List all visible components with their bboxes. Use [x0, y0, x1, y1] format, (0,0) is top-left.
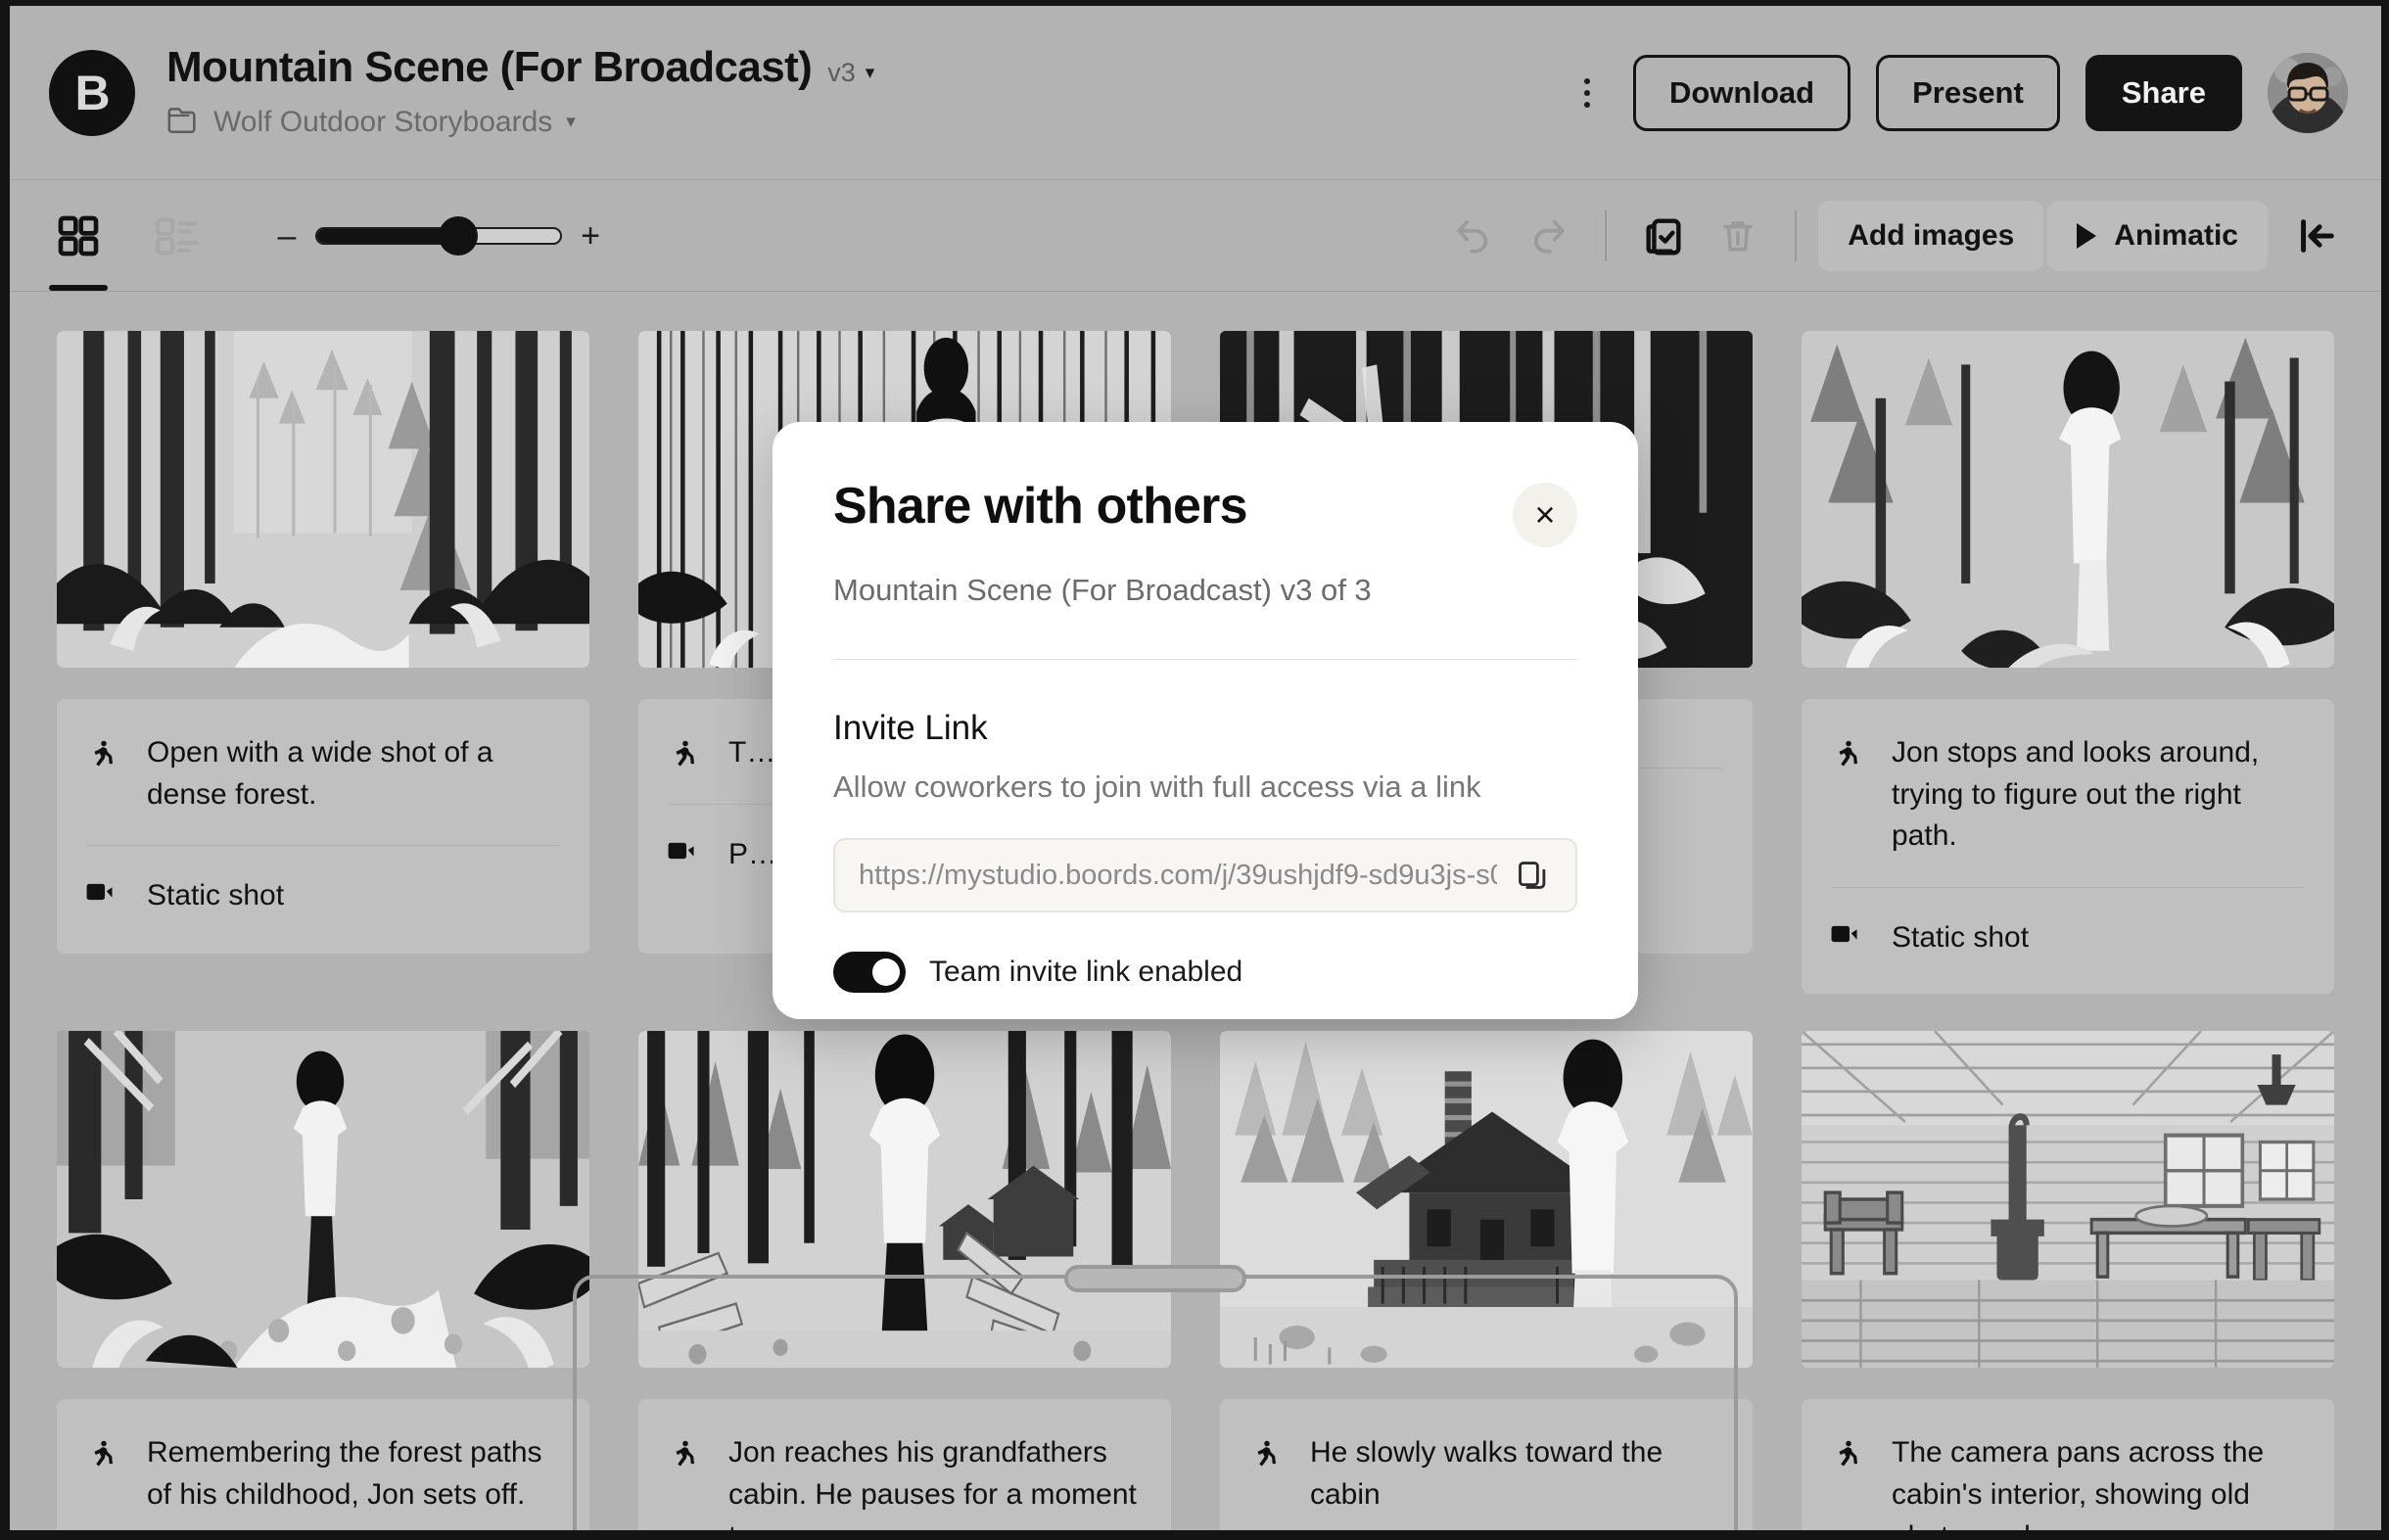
modal-subtitle: Mountain Scene (For Broadcast) v3 of 3 [833, 573, 1577, 608]
toggle-knob [872, 958, 900, 986]
invite-link-description: Allow coworkers to join with full access… [833, 770, 1577, 805]
share-modal: Share with others × Mountain Scene (For … [773, 422, 1638, 1019]
modal-title: Share with others [833, 479, 1247, 535]
team-invite-toggle-row: Team invite link enabled [833, 952, 1577, 993]
modal-divider [833, 659, 1577, 660]
modal-header: Share with others × [833, 479, 1577, 547]
boords-app-window: B Mountain Scene (For Broadcast) v3 ▾ Wo… [0, 0, 2389, 1540]
team-invite-toggle-label: Team invite link enabled [929, 956, 1242, 989]
invite-link-heading: Invite Link [833, 709, 1577, 748]
invite-link-input[interactable] [859, 860, 1497, 892]
close-icon[interactable]: × [1513, 483, 1577, 547]
team-invite-toggle[interactable] [833, 952, 906, 993]
copy-icon[interactable] [1511, 854, 1554, 897]
modal-overlay: Share with others × Mountain Scene (For … [10, 6, 2381, 1530]
invite-link-field[interactable] [833, 838, 1577, 912]
